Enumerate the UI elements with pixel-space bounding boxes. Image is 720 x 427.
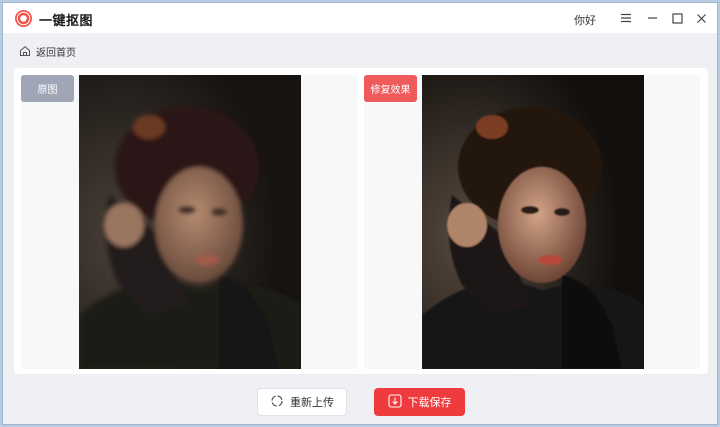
result-panel: 修复效果 [364,75,700,369]
result-tag: 修复效果 [364,75,417,102]
maximize-icon[interactable] [667,8,687,28]
app-title: 一键抠图 [39,14,94,29]
original-photo [79,75,301,369]
app-logo-icon [15,10,32,27]
reupload-label: 重新上传 [290,396,334,409]
back-label: 返回首页 [36,47,76,59]
minimize-icon[interactable] [642,8,662,28]
home-icon [19,42,31,61]
original-tag: 原图 [21,75,74,102]
original-panel: 原图 [21,75,357,369]
back-to-home-link[interactable]: 返回首页 [19,43,76,59]
close-icon[interactable] [691,8,711,28]
app-window: 一键抠图 你好 返回首页 原图 修复效果 重新上传 下载保存 [2,2,718,425]
menu-icon[interactable] [616,8,636,28]
download-label: 下载保存 [407,396,452,409]
title-bar: 一键抠图 你好 [3,3,717,33]
result-photo [422,75,644,369]
reupload-button[interactable]: 重新上传 [257,388,347,416]
user-name[interactable]: 你好 [574,12,596,28]
download-button[interactable]: 下载保存 [374,388,465,416]
download-icon [387,393,402,411]
refresh-icon [270,394,284,411]
comparison-area: 原图 修复效果 [14,68,708,374]
